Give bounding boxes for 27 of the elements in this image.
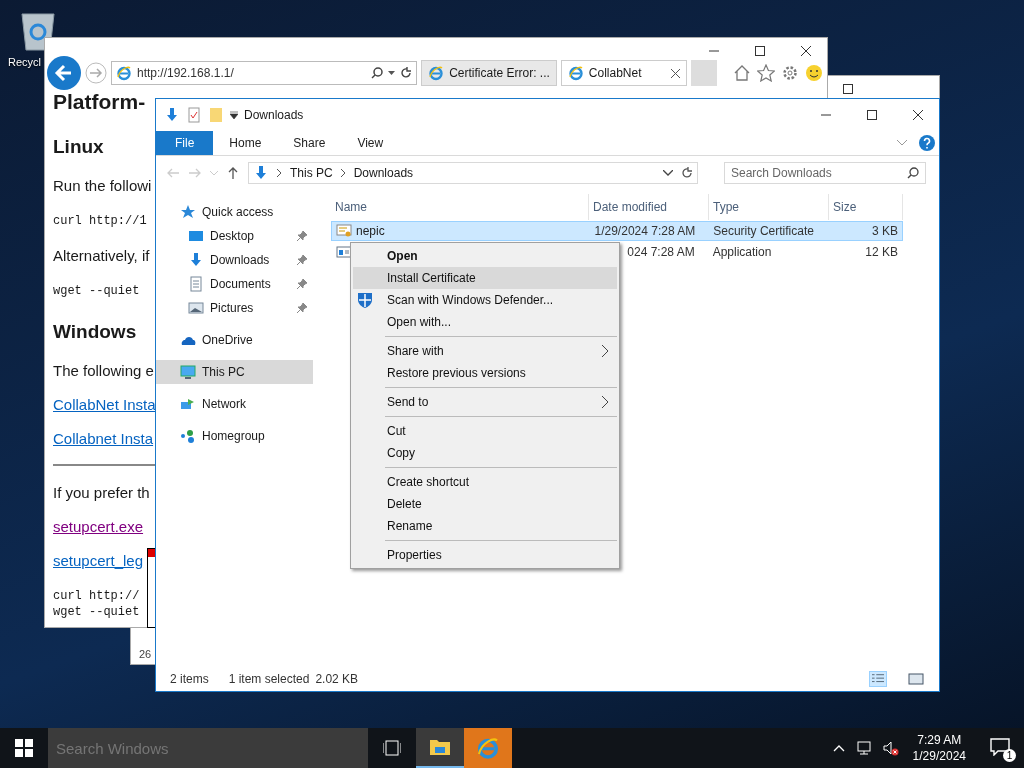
page-heading: Platform- xyxy=(53,90,147,114)
code-line: curl http://1 xyxy=(53,213,148,229)
selection-size: 2.02 KB xyxy=(315,672,359,686)
paragraph: Alternatively, if xyxy=(53,246,151,266)
desktop-icon-label: Recycl xyxy=(8,56,41,68)
paragraph: Run the followi xyxy=(53,176,153,196)
size-cell-text: 3 KB xyxy=(871,224,899,238)
date-cell-text: 024 7:28 AM xyxy=(626,245,696,259)
notification-badge: 1 xyxy=(1003,749,1016,762)
type-cell-text: Security Certificate xyxy=(712,224,815,238)
time-text: 7:29 AM xyxy=(917,732,962,748)
item-count: 2 items xyxy=(170,672,209,686)
paragraph: If you prefer th xyxy=(53,483,151,503)
size-cell-text: 12 KB xyxy=(864,245,899,259)
status-text: 26 xyxy=(139,648,152,660)
section-heading: Windows xyxy=(53,320,138,344)
code-line: wget --quiet xyxy=(53,604,141,620)
file-name: nepic xyxy=(356,224,386,238)
code-line: curl http:// xyxy=(53,588,141,604)
code-line: wget --quiet xyxy=(53,283,141,299)
window-title: Downloads xyxy=(244,108,305,122)
date-cell-text: 1/29/2024 7:28 AM xyxy=(593,224,697,238)
paragraph: The following e xyxy=(53,361,155,381)
selection-info: 1 item selected xyxy=(228,672,310,686)
section-heading: Linux xyxy=(53,135,105,159)
date-text: 1/29/2024 xyxy=(912,748,966,764)
type-cell-text: Application xyxy=(711,245,773,259)
